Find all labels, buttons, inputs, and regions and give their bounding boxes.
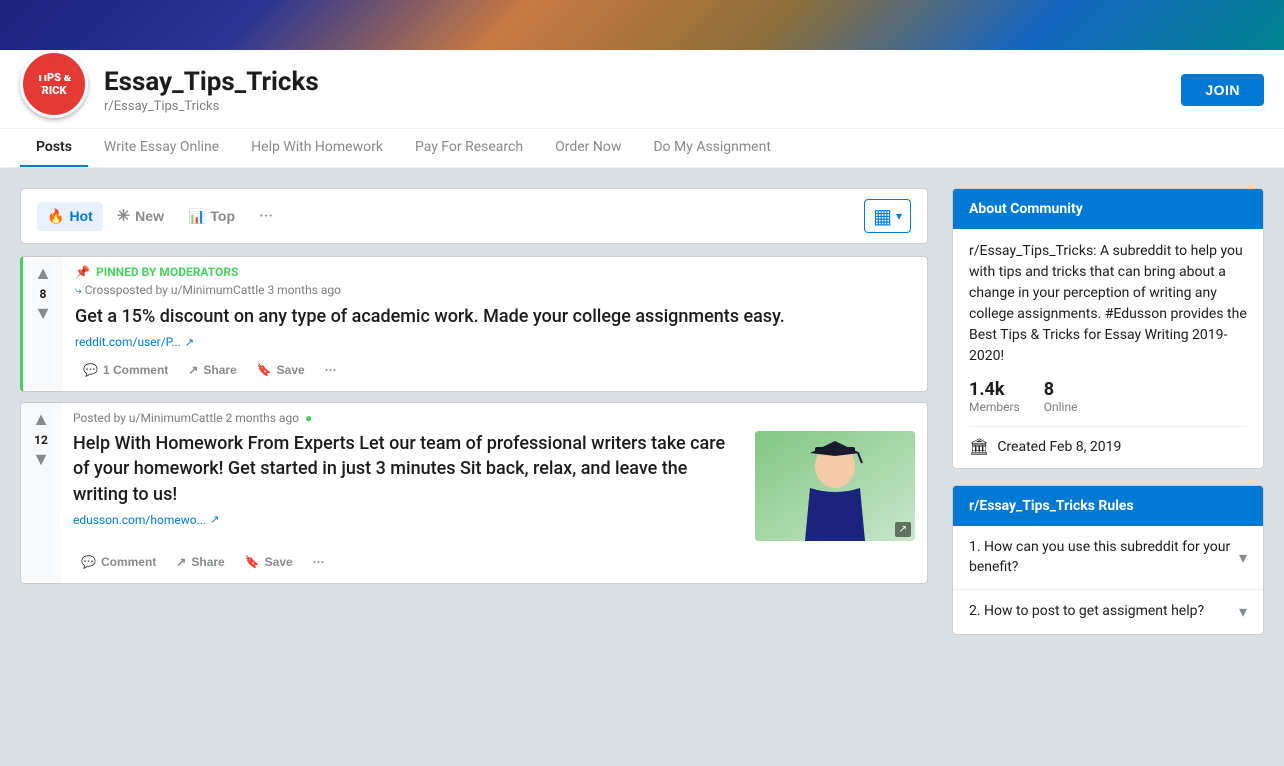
about-description: r/Essay_Tips_Tricks: A subreddit to help… xyxy=(969,241,1247,367)
share-button[interactable]: ↗ Share xyxy=(180,357,244,383)
sort-more-button[interactable]: ··· xyxy=(253,200,279,233)
community-title: Essay_Tips_Tricks xyxy=(104,67,1165,97)
post-card-pinned: ▲ 8 ▼ 📌 PINNED BY MODERATORS ⤷ Crosspost… xyxy=(20,256,928,392)
pin-icon: 📌 xyxy=(75,265,90,279)
save-button[interactable]: 🔖 Save xyxy=(249,357,313,383)
rules-card: r/Essay_Tips_Tricks Rules 1. How can you… xyxy=(952,485,1264,635)
online-stat: 8 Online xyxy=(1044,379,1078,414)
created-row: 🏛 Created Feb 8, 2019 xyxy=(969,437,1247,456)
rules-header: r/Essay_Tips_Tricks Rules xyxy=(953,486,1263,526)
main-content: 🔥 Hot ✳ New 📊 Top ··· ▦ ▾ ▲ 8 ▼ xyxy=(0,168,1284,671)
sort-hot-button[interactable]: 🔥 Hot xyxy=(37,202,103,231)
sort-bar: 🔥 Hot ✳ New 📊 Top ··· ▦ ▾ xyxy=(20,188,928,244)
stats-row: 1.4k Members 8 Online xyxy=(969,379,1247,414)
pinned-label: 📌 PINNED BY MODERATORS xyxy=(75,265,915,279)
sidebar: About Community r/Essay_Tips_Tricks: A s… xyxy=(952,188,1264,651)
external-link-icon: ↗ xyxy=(185,336,194,349)
members-count: 1.4k xyxy=(969,379,1020,400)
crosspost-icon: ⤷ xyxy=(75,283,82,297)
external-link-icon-2: ↗ xyxy=(210,513,219,526)
comment-icon: 💬 xyxy=(83,363,98,377)
downvote-button-2[interactable]: ▼ xyxy=(32,451,50,469)
tab-help-homework[interactable]: Help With Homework xyxy=(235,129,399,167)
rule-item-1[interactable]: 1. How can you use this subreddit for yo… xyxy=(953,526,1263,590)
about-community-header: About Community xyxy=(953,189,1263,229)
chevron-down-icon-2: ▾ xyxy=(1239,602,1247,621)
vote-count-2: 12 xyxy=(34,433,48,447)
save-icon: 🔖 xyxy=(257,363,272,377)
save-button-2[interactable]: 🔖 Save xyxy=(237,549,301,575)
banner xyxy=(0,0,1284,50)
post-actions-2: 💬 Comment ↗ Share 🔖 Save ··· xyxy=(73,549,915,575)
share-icon-2: ↗ xyxy=(176,555,186,569)
sort-new-button[interactable]: ✳ New xyxy=(107,200,174,232)
header-info: Essay_Tips_Tricks r/Essay_Tips_Tricks xyxy=(104,67,1165,122)
post-content: 📌 PINNED BY MODERATORS ⤷ Crossposted by … xyxy=(63,257,927,391)
share-button-2[interactable]: ↗ Share xyxy=(168,549,232,575)
about-community-body: r/Essay_Tips_Tricks: A subreddit to help… xyxy=(953,229,1263,468)
downvote-button[interactable]: ▼ xyxy=(34,305,52,323)
online-count: 8 xyxy=(1044,379,1078,400)
feed-area: 🔥 Hot ✳ New 📊 Top ··· ▦ ▾ ▲ 8 ▼ xyxy=(20,188,928,651)
more-button[interactable]: ··· xyxy=(317,357,345,383)
grid-icon: ▦ xyxy=(873,204,892,228)
comment-icon-2: 💬 xyxy=(81,555,96,569)
share-icon: ↗ xyxy=(188,363,198,377)
online-label: Online xyxy=(1044,400,1078,414)
comment-button[interactable]: 💬 1 Comment xyxy=(75,357,176,383)
tab-order-now[interactable]: Order Now xyxy=(539,129,637,167)
star-icon: TIPS & TRICKS xyxy=(24,54,84,114)
post-title[interactable]: Get a 15% discount on any type of academ… xyxy=(75,304,915,329)
asterisk-icon: ✳ xyxy=(117,206,130,226)
vote-count: 8 xyxy=(40,287,47,301)
chevron-down-icon: ▾ xyxy=(896,209,902,223)
flame-icon: 🔥 xyxy=(47,208,64,225)
about-community-card: About Community r/Essay_Tips_Tricks: A s… xyxy=(952,188,1264,469)
chevron-down-icon-1: ▾ xyxy=(1239,548,1247,567)
nav-tabs: Posts Write Essay Online Help With Homew… xyxy=(0,128,1284,168)
vote-column: ▲ 8 ▼ xyxy=(23,257,63,391)
post-card-2: ▲ 12 ▼ Posted by u/MinimumCattle 2 month… xyxy=(20,402,928,584)
rule-text-2: 2. How to post to get assigment help? xyxy=(969,602,1204,622)
tab-posts[interactable]: Posts xyxy=(20,129,88,167)
rule-text-1: 1. How can you use this subreddit for yo… xyxy=(969,538,1239,577)
more-button-2[interactable]: ··· xyxy=(305,549,333,575)
post-actions: 💬 1 Comment ↗ Share 🔖 Save ··· xyxy=(75,357,915,383)
tab-pay-research[interactable]: Pay For Research xyxy=(399,129,539,167)
logo-badge: TIPS & TRICKS xyxy=(20,50,88,118)
chart-icon: 📊 xyxy=(188,208,205,225)
subreddit-name: r/Essay_Tips_Tricks xyxy=(104,99,1165,114)
cake-icon: 🏛 xyxy=(969,437,989,456)
post-poster: Posted by u/MinimumCattle 2 months ago ● xyxy=(73,411,915,425)
post-with-thumbnail: Help With Homework From Experts Let our … xyxy=(73,431,915,541)
upvote-button-2[interactable]: ▲ xyxy=(32,411,50,429)
thumb-overlay-icon: ↗ xyxy=(895,522,911,537)
post-link[interactable]: reddit.com/user/P... ↗ xyxy=(75,335,915,349)
upvote-button[interactable]: ▲ xyxy=(34,265,52,283)
created-label: Created Feb 8, 2019 xyxy=(997,439,1121,455)
members-stat: 1.4k Members xyxy=(969,379,1020,414)
header: TIPS & TRICKS Essay_Tips_Tricks r/Essay_… xyxy=(0,50,1284,128)
comment-button-2[interactable]: 💬 Comment xyxy=(73,549,164,575)
tab-do-assignment[interactable]: Do My Assignment xyxy=(637,129,787,167)
save-icon-2: 🔖 xyxy=(245,555,260,569)
tab-write-essay[interactable]: Write Essay Online xyxy=(88,129,235,167)
post-thumbnail[interactable]: ↗ xyxy=(755,431,915,541)
join-button[interactable]: JOIN xyxy=(1181,74,1264,106)
rule-item-2[interactable]: 2. How to post to get assigment help? ▾ xyxy=(953,590,1263,634)
sort-top-button[interactable]: 📊 Top xyxy=(178,202,245,231)
members-label: Members xyxy=(969,400,1020,414)
post-content-2: Posted by u/MinimumCattle 2 months ago ●… xyxy=(61,403,927,583)
post-title-2[interactable]: Help With Homework From Experts Let our … xyxy=(73,431,743,507)
rules-body: 1. How can you use this subreddit for yo… xyxy=(953,526,1263,634)
post-link-2[interactable]: edusson.com/homewo... ↗ xyxy=(73,513,743,527)
view-toggle-button[interactable]: ▦ ▾ xyxy=(864,199,911,233)
post-crosspost: ⤷ Crossposted by u/MinimumCattle 3 month… xyxy=(75,283,915,298)
verified-icon: ● xyxy=(305,411,312,425)
vote-column-2: ▲ 12 ▼ xyxy=(21,403,61,583)
